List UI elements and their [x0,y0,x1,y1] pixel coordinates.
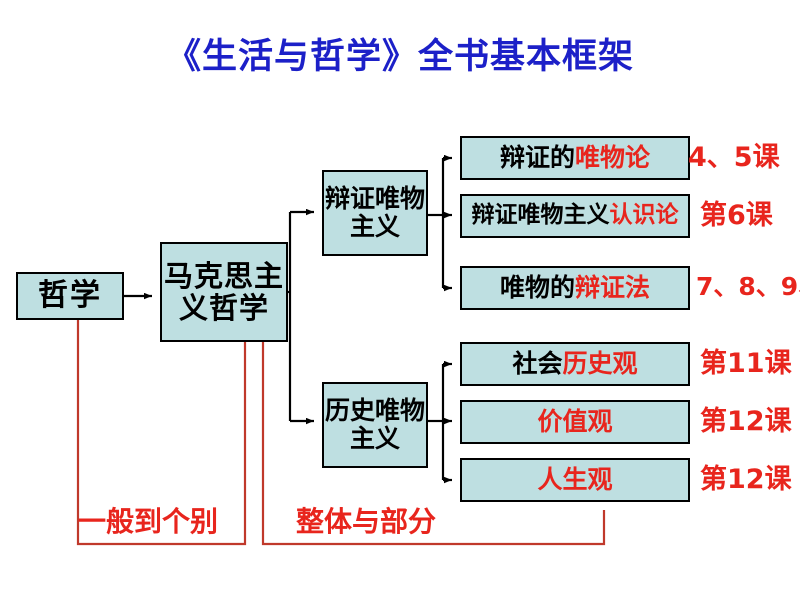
box-dialectics-prefix: 唯物的 [499,273,575,302]
box-dialectical-materialism[interactable]: 辩证唯物主义 [322,170,428,256]
box-historical-materialism-label: 历史唯物主义 [324,396,425,453]
box-history-view[interactable]: 社会 历史观 [460,342,690,386]
box-marxist-philosophy-label: 马克思主义哲学 [163,258,284,325]
box-life-view[interactable]: 人生观 [460,458,690,502]
lesson-label-epistemology: 第6课 [700,200,773,231]
box-materialism-theory-prefix: 辩证的 [499,143,575,172]
box-philosophy-label: 哲学 [38,278,102,314]
box-epistemology-prefix: 辩证唯物主义 [471,202,610,229]
lesson-label-history-view: 第11课 [700,348,792,379]
box-dialectical-materialism-label: 辩证唯物主义 [324,184,425,241]
caption-general-to-particular: 一般到个别 [78,505,219,538]
box-epistemology-highlight: 认识论 [609,202,679,229]
box-epistemology[interactable]: 辩证唯物主义 认识论 [460,194,690,238]
box-history-view-prefix: 社会 [512,349,563,378]
lesson-label-value-view: 第12课 [700,406,792,437]
box-materialism-theory-highlight: 唯物论 [575,143,651,172]
page-title: 《生活与哲学》全书基本框架 [165,37,634,77]
box-dialectics-highlight: 辩证法 [575,273,651,302]
box-life-view-label: 人生观 [537,465,613,494]
diagram-canvas: 《生活与哲学》全书基本框架 哲学 马克思主义哲学 辩证唯物主义 历史唯物主义 辩… [0,0,800,600]
box-marxist-philosophy[interactable]: 马克思主义哲学 [160,242,288,342]
box-philosophy[interactable]: 哲学 [16,272,124,320]
caption-whole-and-parts: 整体与部分 [296,505,437,538]
box-dialectics[interactable]: 唯物的 辩证法 [460,266,690,310]
box-historical-materialism[interactable]: 历史唯物主义 [322,382,428,468]
box-history-view-highlight: 历史观 [562,349,638,378]
lesson-label-materialism-theory: 4、5课 [688,142,780,173]
box-value-view-label: 价值观 [537,407,613,436]
box-materialism-theory[interactable]: 辩证的 唯物论 [460,136,690,180]
lesson-label-life-view: 第12课 [700,464,792,495]
box-value-view[interactable]: 价值观 [460,400,690,444]
lesson-label-dialectics: 7、8、9、10课 [696,272,800,301]
